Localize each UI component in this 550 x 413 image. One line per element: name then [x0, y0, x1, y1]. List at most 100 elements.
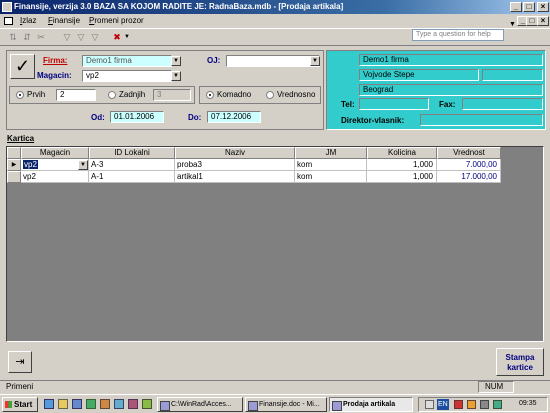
komadno-label: Komadno: [217, 90, 252, 99]
firma-dropdown-icon[interactable]: ▼: [171, 56, 181, 66]
column-header-jm[interactable]: JM: [295, 147, 367, 159]
row-selector-current[interactable]: ▶: [7, 159, 21, 171]
tray-network-icon[interactable]: [467, 400, 476, 409]
minimize-button[interactable]: _: [510, 2, 522, 12]
quicklaunch-folder-icon[interactable]: [58, 399, 68, 409]
confirm-check-button[interactable]: ✓: [10, 54, 35, 79]
quicklaunch-ie-icon[interactable]: [44, 399, 54, 409]
sort-ascending-icon[interactable]: ⇅: [8, 32, 18, 42]
quicklaunch-access-icon[interactable]: [128, 399, 138, 409]
column-header-id-lokalni[interactable]: ID Lokalni: [89, 147, 175, 159]
start-button[interactable]: Start: [2, 397, 38, 412]
menu-izlaz[interactable]: Izlaz: [20, 14, 36, 28]
table-row-1-naziv[interactable]: proba3: [175, 159, 295, 171]
fax-label: Fax:: [439, 100, 456, 109]
task-prodaja-artikala[interactable]: Prodaja artikala: [329, 397, 413, 412]
zadnjih-field[interactable]: 3: [153, 89, 191, 101]
firma-field[interactable]: Demo1 firma: [82, 55, 172, 67]
task-finansije-doc[interactable]: Finansije.doc - Mi...: [245, 397, 327, 412]
maximize-button[interactable]: □: [523, 2, 535, 12]
tel-label: Tel:: [341, 100, 355, 109]
vrednosno-radio[interactable]: [266, 91, 274, 99]
prvih-radio[interactable]: [16, 91, 24, 99]
kartica-label: Kartica: [7, 134, 35, 143]
system-tray: EN 09:35: [418, 397, 548, 412]
quicklaunch-desktop-icon[interactable]: [114, 399, 124, 409]
prvih-field[interactable]: 2: [56, 89, 96, 101]
magacin-cell-value: vp2: [23, 160, 38, 169]
apply-filter-icon[interactable]: ▽: [90, 32, 100, 42]
grid-corner[interactable]: [7, 147, 21, 159]
tray-app-icon[interactable]: [493, 400, 502, 409]
do-label: Do:: [188, 113, 202, 122]
do-date-field[interactable]: 07.12.2006: [207, 111, 261, 123]
task-winrad[interactable]: C:\WinRad\Acces...: [157, 397, 243, 412]
num-lock-indicator: NUM: [478, 381, 514, 393]
table-row-2-magacin[interactable]: vp2: [21, 171, 89, 183]
fax-field: [462, 98, 543, 110]
table-row-2-vrednost[interactable]: 17.000,00: [437, 171, 501, 183]
vrednosno-label: Vrednosno: [277, 90, 316, 99]
company-address: Vojvode Stepe: [359, 69, 479, 81]
quicklaunch-word-icon[interactable]: [72, 399, 82, 409]
title-bar: Finansije, verzija 3.0 BAZA SA KOJOM RAD…: [0, 0, 550, 14]
tray-antivirus-icon[interactable]: [454, 400, 463, 409]
table-row-2-naziv[interactable]: artikal1: [175, 171, 295, 183]
prvih-label: Prvih: [27, 90, 46, 99]
oj-dropdown-icon[interactable]: ▼: [310, 56, 320, 66]
windows-logo-icon: [5, 401, 12, 408]
table-row-1-id[interactable]: A-3: [89, 159, 175, 171]
close-button[interactable]: ×: [537, 2, 549, 12]
oj-label: OJ:: [207, 56, 221, 65]
filter-form-icon[interactable]: ▽: [76, 32, 86, 42]
table-row-1-jm[interactable]: kom: [295, 159, 367, 171]
zadnjih-label: Zadnjih: [119, 90, 146, 99]
table-row-2-id[interactable]: A-1: [89, 171, 175, 183]
quicklaunch-app-icon[interactable]: [142, 399, 152, 409]
table-row-1-vrednost[interactable]: 7.000,00: [437, 159, 501, 171]
magacin-dropdown-icon[interactable]: ▼: [171, 71, 181, 81]
sort-descending-icon[interactable]: ⇵: [22, 32, 32, 42]
row-selector[interactable]: [7, 171, 21, 183]
column-header-magacin[interactable]: Magacin: [21, 147, 89, 159]
app-icon[interactable]: [2, 2, 12, 12]
exit-door-button[interactable]: ⇥: [8, 351, 32, 373]
stampa-kartice-button[interactable]: Stampa kartice: [496, 348, 544, 376]
quicklaunch-excel-icon[interactable]: [86, 399, 96, 409]
od-label: Od:: [91, 113, 105, 122]
od-date-field[interactable]: 01.01.2006: [110, 111, 164, 123]
director-field: [420, 114, 543, 126]
toolbar: ⇅ ⇵ ✂ ▽ ▽ ▽ ✖ ▼: [0, 28, 550, 46]
table-row-1-kolicina[interactable]: 1,000: [367, 159, 437, 171]
company-extra-field: [482, 69, 543, 81]
mode-option-group: Komadno Vrednosno: [199, 86, 321, 104]
column-header-naziv[interactable]: Naziv: [175, 147, 295, 159]
doc-close-button[interactable]: ×: [537, 16, 549, 26]
tray-speaker-icon[interactable]: [425, 400, 434, 409]
oj-field[interactable]: [226, 55, 320, 67]
filter-icon[interactable]: ▽: [62, 32, 72, 42]
tray-monitor-icon[interactable]: [480, 400, 489, 409]
zadnjih-radio[interactable]: [108, 91, 116, 99]
remove-filter-icon[interactable]: ✖: [112, 32, 122, 42]
filter-selection-icon[interactable]: ✂: [36, 32, 46, 42]
company-name: Demo1 firma: [359, 54, 543, 66]
komadno-radio[interactable]: [206, 91, 214, 99]
status-text: Primeni: [6, 382, 34, 391]
document-icon[interactable]: [4, 17, 13, 25]
menu-finansije[interactable]: Finansije: [48, 14, 80, 28]
menu-promeni-prozor[interactable]: Promeni prozor: [89, 14, 144, 28]
column-header-kolicina[interactable]: Kolicina: [367, 147, 437, 159]
clock: 09:35: [519, 400, 537, 407]
language-indicator[interactable]: EN: [437, 399, 449, 410]
company-city: Beograd: [359, 84, 543, 96]
toolbar-options-icon[interactable]: ▼: [122, 32, 132, 42]
window-title: Finansije, verzija 3.0 BAZA SA KOJOM RAD…: [14, 2, 344, 11]
quicklaunch-outlook-icon[interactable]: [100, 399, 110, 409]
table-row-2-jm[interactable]: kom: [295, 171, 367, 183]
tel-field: [359, 98, 429, 110]
column-header-vrednost[interactable]: Vrednost: [437, 147, 501, 159]
table-row-2-kolicina[interactable]: 1,000: [367, 171, 437, 183]
row-magacin-dropdown-icon[interactable]: ▼: [78, 160, 88, 170]
magacin-field[interactable]: vp2: [82, 70, 172, 82]
